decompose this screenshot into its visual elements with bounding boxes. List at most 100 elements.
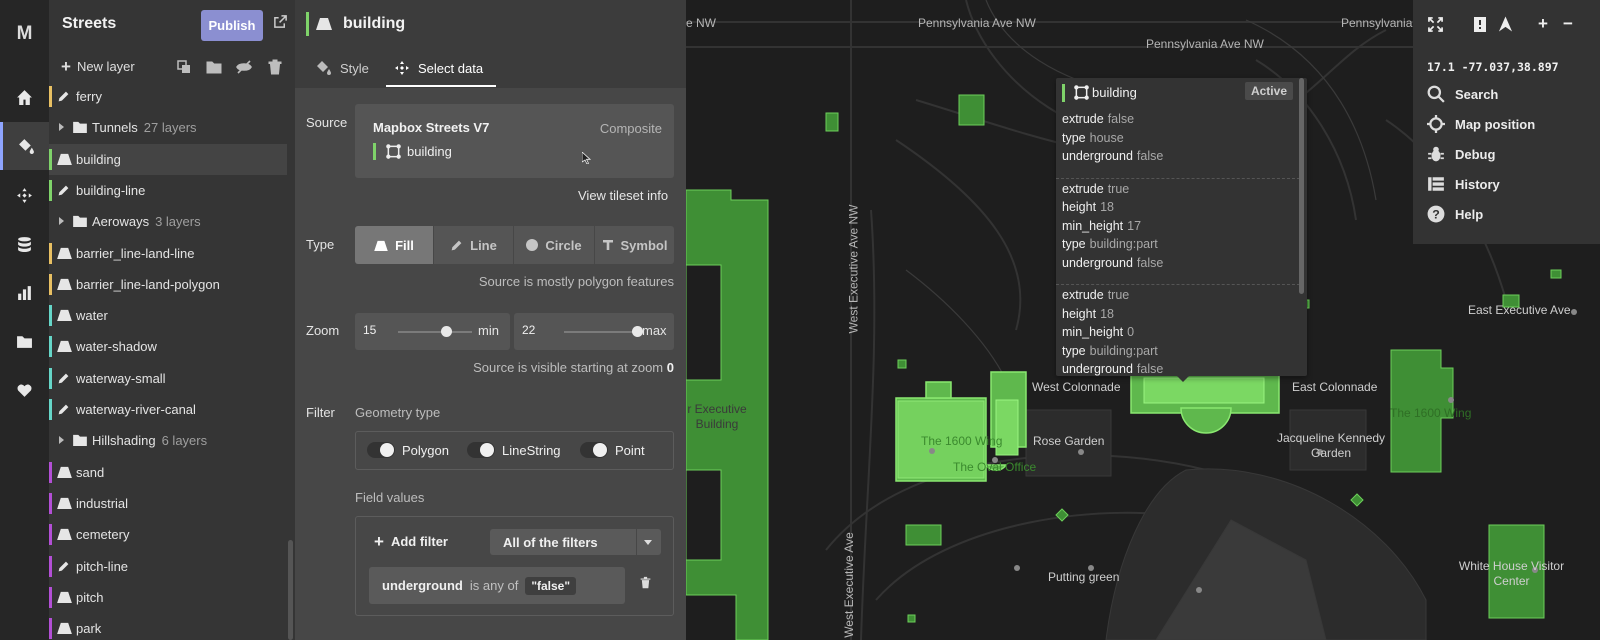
heart-icon[interactable] bbox=[0, 366, 49, 414]
layer-color-bar bbox=[49, 555, 52, 577]
layer-row[interactable]: pitch bbox=[49, 582, 287, 613]
search-menu-label: Search bbox=[1455, 86, 1499, 102]
zoom-min-track[interactable] bbox=[398, 331, 472, 333]
layer-row[interactable]: pitch-line bbox=[49, 551, 287, 582]
layer-row[interactable]: industrial bbox=[49, 488, 287, 519]
feature-inspector-popup[interactable]: building Active extrude false type house und… bbox=[1056, 78, 1307, 376]
visibility-off-icon[interactable] bbox=[236, 59, 254, 77]
mapbox-logo[interactable]: M bbox=[0, 10, 49, 58]
compass-north-icon[interactable] bbox=[1493, 12, 1517, 36]
view-tileset-info-link[interactable]: View tileset info bbox=[578, 188, 668, 203]
popup-layer-color bbox=[1062, 84, 1065, 102]
add-filter-button[interactable]: + Add filter bbox=[374, 533, 448, 550]
zoom-in-button[interactable]: + bbox=[1531, 12, 1555, 36]
new-layer-button[interactable]: + New layer bbox=[61, 56, 135, 76]
map-position-menu-item[interactable]: Map position bbox=[1427, 115, 1535, 133]
folder-add-icon[interactable] bbox=[206, 59, 224, 77]
zoom-max-value[interactable]: 22 bbox=[522, 323, 535, 337]
folder-icon[interactable] bbox=[0, 317, 49, 365]
layer-row[interactable]: park bbox=[49, 613, 287, 640]
folder-icon bbox=[73, 121, 87, 136]
trash-icon[interactable] bbox=[267, 59, 285, 77]
zoom-max-track[interactable] bbox=[564, 331, 637, 333]
filter-mode-select[interactable]: All of the filters bbox=[490, 529, 661, 555]
point-switch[interactable] bbox=[580, 442, 608, 458]
history-menu-item[interactable]: History bbox=[1427, 175, 1500, 193]
inspect-icon[interactable] bbox=[1468, 12, 1492, 36]
popup-property: extrude false bbox=[1056, 112, 1300, 131]
layer-row[interactable]: building bbox=[49, 143, 287, 175]
layer-row[interactable]: ferry bbox=[49, 84, 287, 112]
zoom-min-value[interactable]: 15 bbox=[363, 323, 376, 337]
layer-folder-label: Aeroways 3 layers bbox=[92, 214, 201, 230]
type-circle-button[interactable]: Circle bbox=[514, 226, 595, 264]
layer-folder-label: Hillshading 6 layers bbox=[92, 433, 208, 449]
zoom-min-slider-handle[interactable] bbox=[440, 326, 452, 337]
layer-list-scrollbar[interactable] bbox=[288, 540, 293, 640]
layer-title[interactable]: building bbox=[343, 15, 405, 33]
duplicate-icon[interactable] bbox=[176, 59, 194, 77]
property-key: underground bbox=[1062, 362, 1133, 376]
type-symbol-button[interactable]: Symbol bbox=[595, 226, 674, 264]
layer-color-bar bbox=[49, 273, 52, 295]
type-fill-button[interactable]: Fill bbox=[355, 226, 434, 264]
layers-panel: Streets Publish + New layer ferry Tunnels 2… bbox=[49, 0, 295, 640]
line-layer-icon bbox=[57, 403, 71, 415]
polygon-toggle[interactable]: Polygon bbox=[367, 442, 449, 458]
plus-icon: + bbox=[61, 56, 71, 76]
source-layer[interactable]: building bbox=[373, 143, 452, 160]
layer-row[interactable]: sand bbox=[49, 457, 287, 488]
chart-icon[interactable] bbox=[0, 268, 49, 316]
home-icon[interactable] bbox=[0, 73, 49, 121]
layer-row[interactable]: building-line bbox=[49, 175, 287, 206]
zoom-max-slider-handle[interactable] bbox=[631, 326, 643, 337]
filter-rule[interactable]: underground is any of "false" bbox=[369, 567, 625, 604]
expand-arrow-icon[interactable] bbox=[59, 436, 64, 445]
expand-arrow-icon[interactable] bbox=[59, 217, 64, 226]
delete-filter-icon[interactable] bbox=[639, 575, 652, 595]
paint-bucket-icon[interactable] bbox=[0, 122, 49, 170]
mouse-cursor-icon bbox=[581, 151, 592, 169]
layer-folder[interactable]: Tunnels 27 layers bbox=[49, 112, 287, 143]
select-data-icon[interactable] bbox=[0, 171, 49, 219]
layer-row[interactable]: waterway-river-canal bbox=[49, 394, 287, 425]
source-layer-name: building bbox=[407, 144, 452, 159]
layer-folder[interactable]: Aeroways 3 layers bbox=[49, 206, 287, 237]
map-label-pennsylvania-ave-1: Pennsylvania Ave NW bbox=[918, 16, 1036, 30]
external-link-icon[interactable] bbox=[273, 14, 288, 34]
layer-row[interactable]: barrier_line-land-polygon bbox=[49, 269, 287, 300]
expand-arrow-icon[interactable] bbox=[59, 123, 64, 132]
type-line-button[interactable]: Line bbox=[434, 226, 514, 264]
polygon-switch[interactable] bbox=[367, 442, 395, 458]
source-selector[interactable]: Mapbox Streets V7 Composite building bbox=[355, 104, 674, 178]
layer-folder[interactable]: Hillshading 6 layers bbox=[49, 425, 287, 456]
database-icon[interactable] bbox=[0, 220, 49, 268]
circle-icon bbox=[526, 239, 539, 251]
popup-scrollbar[interactable] bbox=[1299, 78, 1304, 294]
popup-property: extrude true bbox=[1056, 182, 1300, 201]
zoom-out-button[interactable]: − bbox=[1556, 12, 1580, 36]
layer-row[interactable]: water-shadow bbox=[49, 331, 287, 362]
search-menu-item[interactable]: Search bbox=[1427, 85, 1498, 103]
layer-list: ferry Tunnels 27 layers building building-li… bbox=[49, 84, 295, 640]
tab-select-data[interactable]: Select data bbox=[394, 60, 483, 76]
tab-style[interactable]: Style bbox=[316, 60, 369, 76]
popup-pointer bbox=[1176, 375, 1190, 382]
layer-row[interactable]: waterway-small bbox=[49, 363, 287, 394]
help-menu-item[interactable]: ? Help bbox=[1427, 205, 1483, 223]
layer-folder-count: 3 layers bbox=[155, 214, 201, 230]
layer-row[interactable]: cemetery bbox=[49, 519, 287, 550]
point-toggle[interactable]: Point bbox=[580, 442, 645, 458]
layer-color-bar bbox=[49, 399, 52, 420]
property-key: height bbox=[1062, 306, 1097, 321]
fullscreen-icon[interactable] bbox=[1423, 12, 1447, 36]
fill-layer-icon bbox=[316, 17, 332, 35]
linestring-toggle[interactable]: LineString bbox=[467, 442, 561, 458]
linestring-switch[interactable] bbox=[467, 442, 495, 458]
paint-bucket-icon bbox=[317, 61, 331, 75]
layer-row[interactable]: barrier_line-land-line bbox=[49, 238, 287, 269]
publish-button[interactable]: Publish bbox=[201, 10, 263, 41]
polygon-toggle-label: Polygon bbox=[402, 442, 449, 458]
debug-menu-item[interactable]: Debug bbox=[1427, 145, 1495, 163]
layer-row[interactable]: water bbox=[49, 300, 287, 331]
